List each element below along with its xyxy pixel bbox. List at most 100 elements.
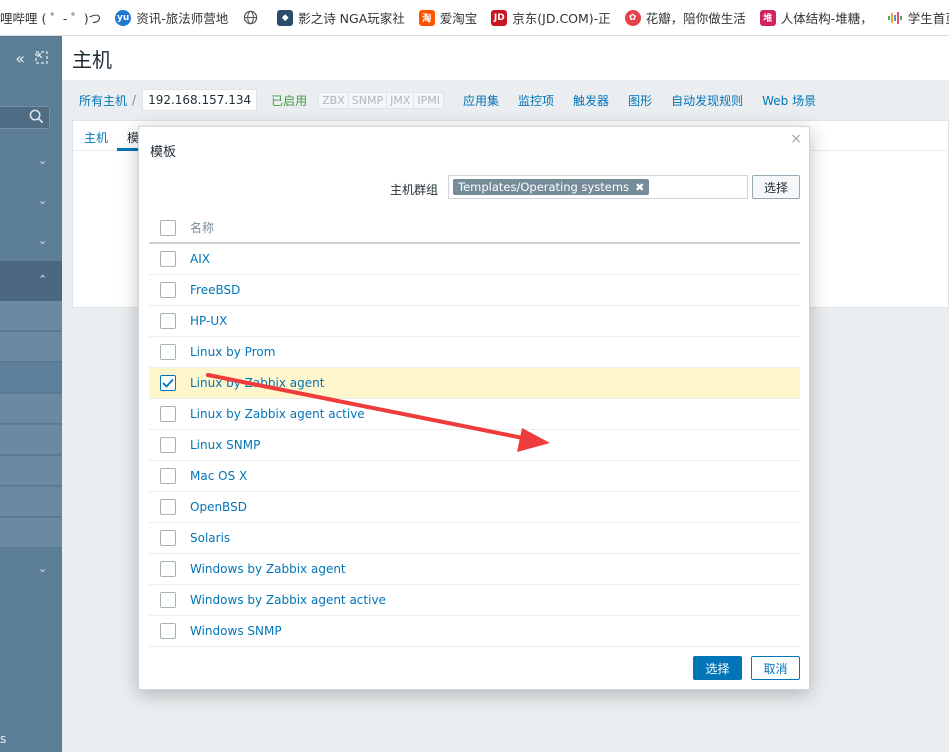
huaban-icon: ✿	[624, 9, 641, 26]
sidebar-subitem[interactable]	[0, 301, 62, 331]
template-name-link[interactable]: Solaris	[190, 531, 230, 545]
checkbox[interactable]	[160, 437, 176, 453]
link-graphs[interactable]: 图形	[628, 92, 652, 109]
template-row[interactable]: Windows by Zabbix agent	[149, 554, 800, 585]
checkbox[interactable]	[160, 530, 176, 546]
checkbox[interactable]	[160, 623, 176, 639]
bookmark-label: 哩哔哩 ( ゜- ゜)つ	[0, 11, 102, 26]
template-name-link[interactable]: AIX	[190, 252, 210, 266]
checkbox[interactable]	[160, 499, 176, 515]
link-applications[interactable]: 应用集	[463, 92, 499, 109]
template-name-link[interactable]: HP-UX	[190, 314, 227, 328]
breadcrumb-all-hosts[interactable]: 所有主机	[79, 92, 127, 109]
checkbox[interactable]	[160, 251, 176, 267]
sidebar-subitem-active[interactable]	[0, 363, 62, 393]
select-all-checkbox[interactable]	[160, 219, 176, 236]
sidebar-subitem[interactable]	[0, 332, 62, 362]
duitang-icon: 堆	[759, 9, 776, 26]
yingdi-icon: yu	[115, 9, 132, 26]
jd-icon: JD	[491, 9, 508, 26]
sidebar-search-input[interactable]	[0, 106, 50, 129]
template-row[interactable]: Solaris	[149, 523, 800, 554]
sidebar-section-open[interactable]: ⌃	[0, 261, 62, 301]
chevron-down-icon[interactable]: ⌄	[38, 194, 47, 207]
template-name-link[interactable]: Linux SNMP	[190, 438, 260, 452]
host-group-label: 主机群组	[390, 183, 439, 197]
kiosk-mode-icon[interactable]	[35, 49, 48, 68]
template-name-link[interactable]: Linux by Zabbix agent active	[190, 407, 365, 421]
checkbox[interactable]	[160, 561, 176, 577]
template-row[interactable]: FreeBSD	[149, 275, 800, 306]
checkbox[interactable]	[160, 592, 176, 608]
chevron-down-icon[interactable]: ⌄	[38, 562, 47, 575]
bookmark-label: 京东(JD.COM)-正	[512, 11, 611, 26]
link-discovery-rules[interactable]: 自动发现规则	[671, 92, 743, 109]
tab-host[interactable]: 主机	[84, 129, 108, 146]
bookmark-jd[interactable]: JD 京东(JD.COM)-正	[491, 8, 611, 27]
template-select-dialog: 模板 × 主机群组 Templates/Operating systems ✖ …	[138, 126, 810, 690]
chevron-down-icon[interactable]: ⌄	[38, 154, 47, 167]
link-triggers[interactable]: 触发器	[573, 92, 609, 109]
nga-icon: ◆	[277, 9, 294, 26]
sidebar-subitem[interactable]	[0, 518, 62, 548]
template-row[interactable]: Linux by Prom	[149, 337, 800, 368]
template-row[interactable]: OpenBSD	[149, 492, 800, 523]
sidebar-subitem[interactable]	[0, 425, 62, 455]
checkbox[interactable]	[160, 468, 176, 484]
link-items[interactable]: 监控项	[518, 92, 554, 109]
template-row[interactable]: Linux SNMP	[149, 430, 800, 461]
template-row[interactable]: Windows SNMP	[149, 616, 800, 647]
bookmark-label: 学生首页_在线学	[907, 11, 949, 26]
collapse-sidebar-icon[interactable]: «	[15, 49, 25, 68]
sidebar-subitem[interactable]	[0, 394, 62, 424]
bookmark-label: 人体结构-堆糖，	[780, 11, 873, 26]
search-icon[interactable]	[29, 109, 44, 127]
checkbox[interactable]	[160, 313, 176, 329]
bookmark-globe[interactable]	[242, 10, 263, 26]
template-name-link[interactable]: FreeBSD	[190, 283, 240, 297]
badge-zbx: ZBX	[319, 92, 349, 108]
template-row[interactable]: AIX	[149, 244, 800, 275]
sidebar-subitem[interactable]	[0, 487, 62, 517]
checkbox[interactable]	[160, 406, 176, 422]
audio-bars-icon	[887, 10, 903, 26]
host-group-tag-label: Templates/Operating systems	[458, 180, 630, 194]
template-row[interactable]: HP-UX	[149, 306, 800, 337]
template-name-link[interactable]: Linux by Prom	[190, 345, 275, 359]
template-name-link[interactable]: Linux by Zabbix agent	[190, 376, 324, 390]
bookmark-duitang[interactable]: 堆 人体结构-堆糖，	[759, 8, 873, 27]
breadcrumb-current-host[interactable]: 192.168.157.134	[142, 89, 258, 111]
template-name-link[interactable]: Windows by Zabbix agent active	[190, 593, 386, 607]
bookmark-nga[interactable]: ◆ 影之诗 NGA玩家社	[277, 8, 405, 27]
template-row[interactable]: Linux by Zabbix agent	[149, 368, 800, 399]
badge-ipmi: IPMI	[414, 92, 444, 108]
checkbox[interactable]	[160, 344, 176, 360]
bookmark-label: 资讯-旅法师营地	[136, 11, 229, 26]
checkbox[interactable]	[160, 282, 176, 298]
template-name-link[interactable]: Windows SNMP	[190, 624, 282, 638]
select-host-group-button[interactable]: 选择	[752, 175, 800, 199]
template-row[interactable]: Linux by Zabbix agent active	[149, 399, 800, 430]
bookmark-student[interactable]: 学生首页_在线学	[887, 8, 949, 27]
confirm-select-button[interactable]: 选择	[693, 656, 742, 680]
cancel-button[interactable]: 取消	[751, 656, 800, 680]
link-web-scenarios[interactable]: Web 场景	[762, 92, 816, 109]
remove-tag-icon[interactable]: ✖	[635, 181, 644, 194]
sidebar-subitem[interactable]	[0, 456, 62, 486]
bookmark-yingdi[interactable]: yu 资讯-旅法师营地	[115, 8, 228, 27]
host-group-multiselect[interactable]: Templates/Operating systems ✖	[448, 175, 748, 199]
breadcrumb: 所有主机 / 192.168.157.134 已启用 ZBX SNMP JMX …	[62, 80, 949, 120]
page-header	[62, 36, 949, 80]
template-name-link[interactable]: Mac OS X	[190, 469, 247, 483]
template-row[interactable]: Windows by Zabbix agent active	[149, 585, 800, 616]
close-icon[interactable]: ×	[790, 131, 802, 147]
checkbox-checked[interactable]	[160, 375, 176, 391]
template-name-link[interactable]: Windows by Zabbix agent	[190, 562, 346, 576]
template-row[interactable]: Mac OS X	[149, 461, 800, 492]
template-name-link[interactable]: OpenBSD	[190, 500, 247, 514]
bookmark-huaban[interactable]: ✿ 花瓣，陪你做生活	[624, 8, 746, 27]
chevron-down-icon[interactable]: ⌄	[38, 234, 47, 247]
bookmark-taobao[interactable]: 淘 爱淘宝	[418, 8, 477, 27]
host-status-enabled: 已启用	[271, 93, 308, 108]
bookmark-bilibili[interactable]: 哩哔哩 ( ゜- ゜)つ	[0, 8, 101, 27]
